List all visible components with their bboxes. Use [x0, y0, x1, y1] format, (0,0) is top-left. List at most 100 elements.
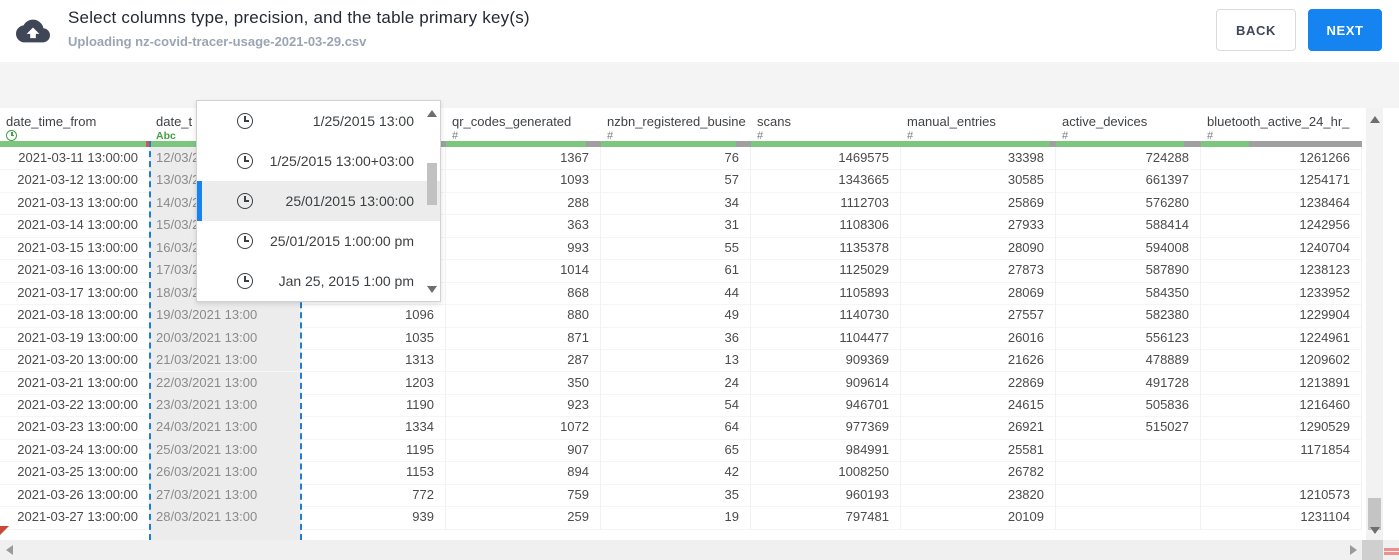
format-option[interactable]: Jan 25, 2015 1:00 pm: [197, 261, 440, 301]
table-cell: 1334: [301, 416, 446, 440]
column-name: bluetooth_active_24_hr_: [1207, 114, 1350, 129]
table-cell: 478889: [1056, 349, 1201, 373]
table-cell: 13: [601, 349, 751, 373]
table-cell: 24: [601, 371, 751, 395]
column-header-scans[interactable]: scans #: [751, 108, 901, 142]
table-cell: 939: [301, 506, 446, 530]
table-cell: 1216460: [1201, 393, 1362, 418]
column-name: manual_entries: [907, 114, 996, 129]
dropdown-scroll-up-icon[interactable]: [427, 110, 437, 117]
table-cell: 287: [446, 349, 601, 373]
format-option[interactable]: 1/25/2015 13:00: [197, 101, 440, 141]
table-cell: 288: [446, 191, 601, 216]
table-cell: 34: [601, 191, 751, 216]
table-cell: 363: [446, 214, 601, 238]
format-option[interactable]: 25/01/2015 1:00:00 pm: [197, 221, 440, 261]
column-header-bluetooth_active_24_hr_[interactable]: bluetooth_active_24_hr_ #: [1201, 108, 1362, 142]
scrollbar-corner: [1362, 540, 1383, 560]
table-cell: 2021-03-15 13:00:00: [0, 236, 150, 261]
table-cell: 24615: [901, 393, 1056, 418]
table-cell: 1008250: [751, 461, 901, 485]
table-cell: 27557: [901, 304, 1056, 328]
scroll-up-arrow-icon[interactable]: [1370, 116, 1380, 123]
format-option-label: 1/25/2015 13:00+03:00: [269, 153, 414, 169]
selected-column-dashed-border: [149, 141, 151, 540]
horizontal-scrollbar[interactable]: [0, 540, 1399, 560]
table-cell: 1213891: [1201, 371, 1362, 395]
column-header-nzbn_registered_busine[interactable]: nzbn_registered_busine #: [601, 108, 751, 142]
table-cell: 1229904: [1201, 304, 1362, 328]
back-button[interactable]: BACK: [1216, 9, 1296, 51]
dropdown-scrollbar[interactable]: [424, 101, 440, 301]
column-name: date_time_from: [6, 114, 97, 129]
clock-icon: [237, 273, 253, 289]
table-cell: 2021-03-27 13:00:00: [0, 506, 150, 530]
row-error-marker-icon: [0, 526, 9, 535]
table-cell: 1195: [301, 438, 446, 463]
table-cell: 993: [446, 236, 601, 261]
page-title: Select columns type, precision, and the …: [68, 8, 530, 27]
format-option[interactable]: 1/25/2015 13:00+03:00: [197, 141, 440, 181]
dropdown-scroll-down-icon[interactable]: [427, 286, 437, 293]
table-cell: 1469575: [751, 147, 901, 171]
table-cell: 984991: [751, 438, 901, 463]
table-cell: 65: [601, 438, 751, 463]
resize-grip-icon[interactable]: [1384, 548, 1399, 557]
table-cell: 21626: [901, 349, 1056, 373]
table-cell: 2021-03-22 13:00:00: [0, 393, 150, 418]
format-option-label: 25/01/2015 1:00:00 pm: [269, 233, 414, 249]
table-cell: 25869: [901, 191, 1056, 216]
table-cell: 724288: [1056, 147, 1201, 171]
table-cell: 1238464: [1201, 191, 1362, 216]
table-cell: 28090: [901, 236, 1056, 261]
header-bar: Select columns type, precision, and the …: [0, 0, 1399, 62]
table-cell: 977369: [751, 416, 901, 440]
column-header-active_devices[interactable]: active_devices #: [1056, 108, 1201, 142]
table-cell: 22/03/2021 13:00: [150, 371, 301, 395]
table-cell: 587890: [1056, 259, 1201, 283]
table-cell: 33398: [901, 147, 1056, 171]
vertical-scrollbar-thumb[interactable]: [1368, 498, 1381, 530]
table-cell: 1343665: [751, 169, 901, 193]
table-cell: 55: [601, 236, 751, 261]
dropdown-scrollbar-thumb[interactable]: [427, 163, 437, 205]
column-header-qr_codes_generated[interactable]: qr_codes_generated #: [446, 108, 601, 142]
clock-icon: [237, 233, 253, 249]
table-cell: 1035: [301, 326, 446, 351]
table-cell: 259: [446, 506, 601, 530]
next-button[interactable]: NEXT: [1308, 9, 1382, 51]
scroll-down-arrow-icon[interactable]: [1370, 527, 1380, 534]
table-cell: 27933: [901, 214, 1056, 238]
scroll-right-arrow-icon[interactable]: [1350, 545, 1357, 555]
table-cell: 35: [601, 483, 751, 508]
table-cell: 2021-03-16 13:00:00: [0, 259, 150, 283]
format-option-selected[interactable]: 25/01/2015 13:00:00: [197, 181, 440, 221]
table-cell: [1056, 506, 1201, 530]
table-cell: 894: [446, 461, 601, 485]
table-cell: 1135378: [751, 236, 901, 261]
table-cell: 909614: [751, 371, 901, 395]
table-cell: 584350: [1056, 281, 1201, 306]
table-cell: 759: [446, 483, 601, 508]
table-cell: 2021-03-19 13:00:00: [0, 326, 150, 351]
table-cell: 1209602: [1201, 349, 1362, 373]
table-cell: 2021-03-20 13:00:00: [0, 349, 150, 373]
table-cell: 22869: [901, 371, 1056, 395]
datetime-format-dropdown: 1/25/2015 13:00 1/25/2015 13:00+03:00 25/0…: [196, 100, 441, 302]
vertical-scrollbar[interactable]: [1366, 108, 1383, 540]
column-name: qr_codes_generated: [452, 114, 572, 129]
table-cell: 61: [601, 259, 751, 283]
table-cell: 880: [446, 304, 601, 328]
table-cell: 26016: [901, 326, 1056, 351]
table-cell: 2021-03-17 13:00:00: [0, 281, 150, 306]
table-cell: 1242956: [1201, 214, 1362, 238]
table-cell: 25/03/2021 13:00: [150, 438, 301, 463]
column-header-manual_entries[interactable]: manual_entries #: [901, 108, 1056, 142]
table-cell: 594008: [1056, 236, 1201, 261]
column-header-date_time_from[interactable]: date_time_from: [0, 108, 150, 141]
scroll-left-arrow-icon[interactable]: [6, 545, 13, 555]
table-cell: 49: [601, 304, 751, 328]
table-cell: 1203: [301, 371, 446, 395]
format-option-label: 25/01/2015 13:00:00: [285, 193, 414, 209]
table-cell: 1190: [301, 393, 446, 418]
